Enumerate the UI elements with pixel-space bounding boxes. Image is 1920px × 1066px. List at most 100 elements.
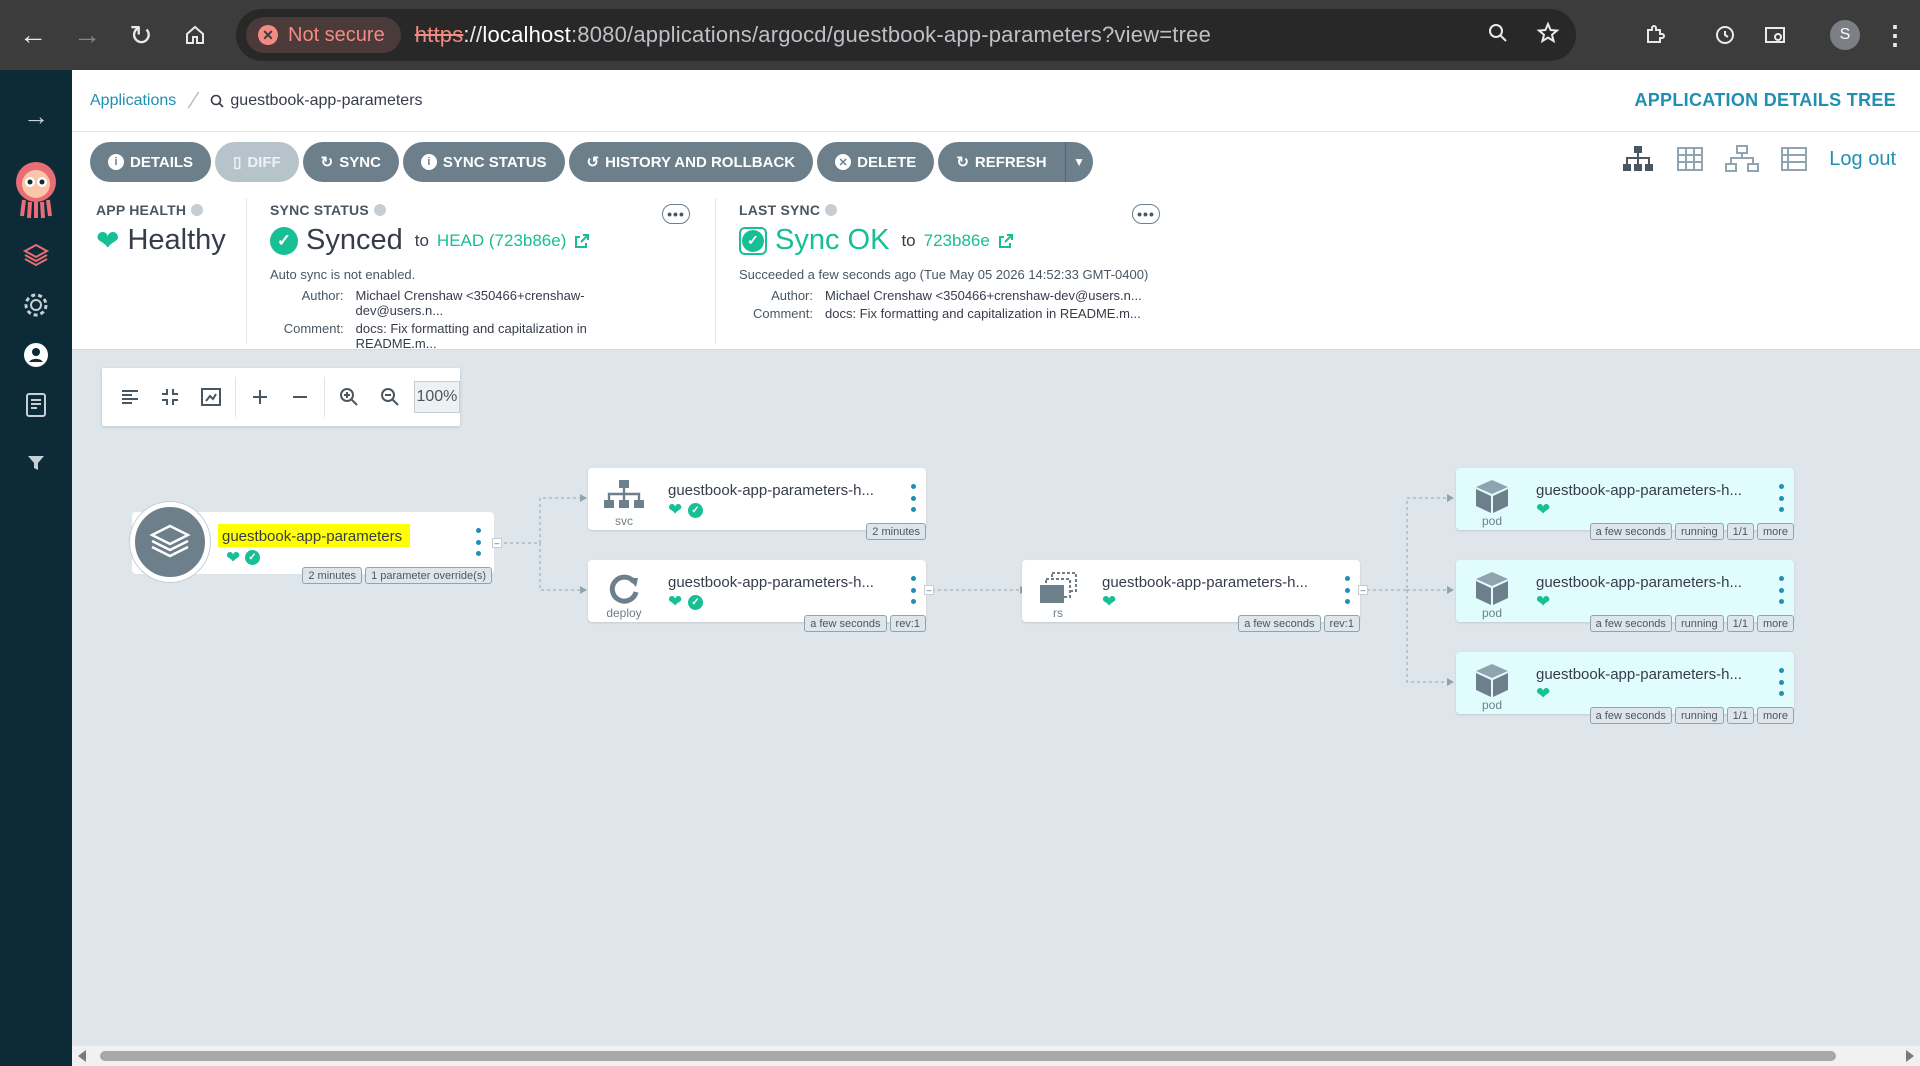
pod-node[interactable]: pod guestbook-app-parameters-h... ❤ a fe… <box>1456 468 1794 540</box>
diff-button[interactable]: ▯ DIFF <box>215 142 299 182</box>
diff-label: DIFF <box>247 153 281 171</box>
last-sync-revision-link[interactable]: 723b86e <box>924 231 990 251</box>
node-tags: a few seconds running 1/1 more <box>1589 523 1794 540</box>
external-link-icon[interactable] <box>998 233 1014 249</box>
scroll-right-icon[interactable] <box>1906 1050 1914 1062</box>
history-icon[interactable] <box>1700 0 1750 70</box>
history-label: HISTORY AND ROLLBACK <box>605 153 796 171</box>
node-menu-icon[interactable] <box>1778 484 1784 512</box>
healthy-heart-icon: ❤ <box>668 592 683 611</box>
node-menu-icon[interactable] <box>1778 576 1784 604</box>
profile-avatar[interactable]: S <box>1820 0 1870 70</box>
tag: running <box>1674 523 1724 540</box>
healthy-heart-icon: ❤ <box>668 500 683 519</box>
external-link-icon[interactable] <box>574 233 590 249</box>
healthy-heart-icon: ❤ <box>1536 500 1551 519</box>
more-tag[interactable]: more <box>1756 615 1794 632</box>
tag: running <box>1674 707 1724 724</box>
breadcrumb-applications[interactable]: Applications <box>90 92 176 110</box>
tag: a few seconds <box>1589 615 1672 632</box>
node-kind: rs <box>1053 606 1063 620</box>
deploy-node[interactable]: deploy guestbook-app-parameters-h... ❤ ✓ … <box>588 560 926 632</box>
service-icon <box>604 480 644 508</box>
synced-check-icon: ✓ <box>688 502 703 518</box>
sync-ok-icon: ✓ <box>739 226 767 255</box>
scroll-left-icon[interactable] <box>78 1050 86 1062</box>
rs-node[interactable]: rs guestbook-app-parameters-h... ❤ a few… <box>1022 560 1360 632</box>
last-sync-more-button[interactable]: ••• <box>1132 204 1160 224</box>
healthy-heart-icon: ❤ <box>1536 684 1551 703</box>
info-icon: i <box>420 154 437 170</box>
deployment-icon <box>609 574 639 604</box>
address-bar[interactable]: ✕ Not secure https://localhost:8080/appl… <box>236 9 1576 61</box>
refresh-dropdown-icon[interactable]: ▼ <box>1064 142 1093 182</box>
node-tags: a few seconds running 1/1 more <box>1589 615 1794 632</box>
argo-logo[interactable] <box>12 160 60 220</box>
sync-status-button[interactable]: i SYNC STATUS <box>402 142 565 182</box>
user-info-nav-icon[interactable] <box>0 330 72 380</box>
sync-status-more-button[interactable]: ••• <box>662 204 690 224</box>
forward-icon[interactable]: → <box>60 0 114 70</box>
list-view-icon[interactable] <box>1777 142 1811 176</box>
node-menu-icon[interactable] <box>910 484 916 512</box>
browser-menu-icon[interactable]: ⋮ <box>1870 0 1920 70</box>
node-menu-icon[interactable] <box>476 528 482 556</box>
reload-icon[interactable]: ↻ <box>114 0 168 70</box>
bookmark-star-icon[interactable] <box>1536 21 1560 45</box>
home-icon[interactable] <box>168 0 222 70</box>
logout-link[interactable]: Log out <box>1829 148 1896 171</box>
docs-nav-icon[interactable] <box>0 380 72 430</box>
settings-nav-icon[interactable] <box>0 280 72 330</box>
pods-view-icon[interactable] <box>1673 142 1707 176</box>
security-chip[interactable]: ✕ Not secure <box>246 17 401 53</box>
scrollbar-thumb[interactable] <box>100 1051 1836 1061</box>
pod-node[interactable]: pod guestbook-app-parameters-h... ❤ a fe… <box>1456 560 1794 632</box>
tree-view-icon[interactable] <box>1621 142 1655 176</box>
help-icon[interactable] <box>373 204 386 216</box>
sync-button[interactable]: ↻ SYNC <box>302 142 399 182</box>
node-tags: a few seconds rev:1 <box>804 615 926 632</box>
node-menu-icon[interactable] <box>1344 576 1350 604</box>
network-view-icon[interactable] <box>1725 142 1760 176</box>
app-health-title: APP HEALTH <box>96 202 187 218</box>
horizontal-scrollbar[interactable] <box>72 1046 1920 1066</box>
node-name: guestbook-app-parameters-h... <box>1536 666 1742 683</box>
tab-search-icon[interactable] <box>1750 0 1800 70</box>
replicaset-icon <box>1040 572 1077 603</box>
tag: 1/1 <box>1726 523 1754 540</box>
sync-revision-link[interactable]: HEAD (723b86e) <box>437 231 566 251</box>
details-button[interactable]: i DETAILS <box>90 142 212 182</box>
more-tag[interactable]: more <box>1756 523 1794 540</box>
tag: a few seconds <box>804 615 887 632</box>
back-icon[interactable]: ← <box>6 0 60 70</box>
node-name: guestbook-app-parameters-h... <box>1536 482 1742 499</box>
history-rollback-button[interactable]: ↺ HISTORY AND ROLLBACK <box>568 142 814 182</box>
expand-sidebar-icon[interactable]: → <box>0 96 72 136</box>
sync-status-value: Synced <box>306 224 403 256</box>
divider <box>715 198 716 344</box>
pod-node[interactable]: pod guestbook-app-parameters-h... ❤ a fe… <box>1456 652 1794 724</box>
zoom-icon[interactable] <box>1486 21 1510 45</box>
tag: rev:1 <box>889 615 926 632</box>
diff-icon: ▯ <box>233 154 242 171</box>
resource-tree-canvas[interactable]: 100% guestbook-app-parameters ❤ ✓ 2 minu… <box>72 350 1920 1046</box>
collapse-toggle[interactable]: – <box>1358 585 1368 595</box>
help-icon[interactable] <box>191 204 204 216</box>
extensions-icon[interactable] <box>1630 0 1680 70</box>
pod-cube-icon <box>1476 664 1508 697</box>
url-text[interactable]: https://localhost:8080/applications/argo… <box>415 22 1211 48</box>
more-tag[interactable]: more <box>1756 707 1794 724</box>
tag: 2 minutes <box>866 523 926 540</box>
collapse-toggle[interactable]: – <box>492 538 502 548</box>
healthy-heart-icon: ❤ <box>1536 592 1551 611</box>
applications-nav-icon[interactable] <box>0 230 72 280</box>
browser-chrome: ← → ↻ ✕ Not secure https://localhost:808… <box>0 0 1920 70</box>
svc-node[interactable]: svc guestbook-app-parameters-h... ❤ ✓ 2 m… <box>588 468 926 540</box>
help-icon[interactable] <box>825 204 838 216</box>
node-menu-icon[interactable] <box>1778 668 1784 696</box>
node-menu-icon[interactable] <box>910 576 916 604</box>
delete-button[interactable]: ✕ DELETE <box>817 142 935 182</box>
collapse-toggle[interactable]: – <box>924 585 934 595</box>
refresh-button[interactable]: ↻ REFRESH <box>938 142 1065 182</box>
filter-icon[interactable] <box>0 438 72 488</box>
